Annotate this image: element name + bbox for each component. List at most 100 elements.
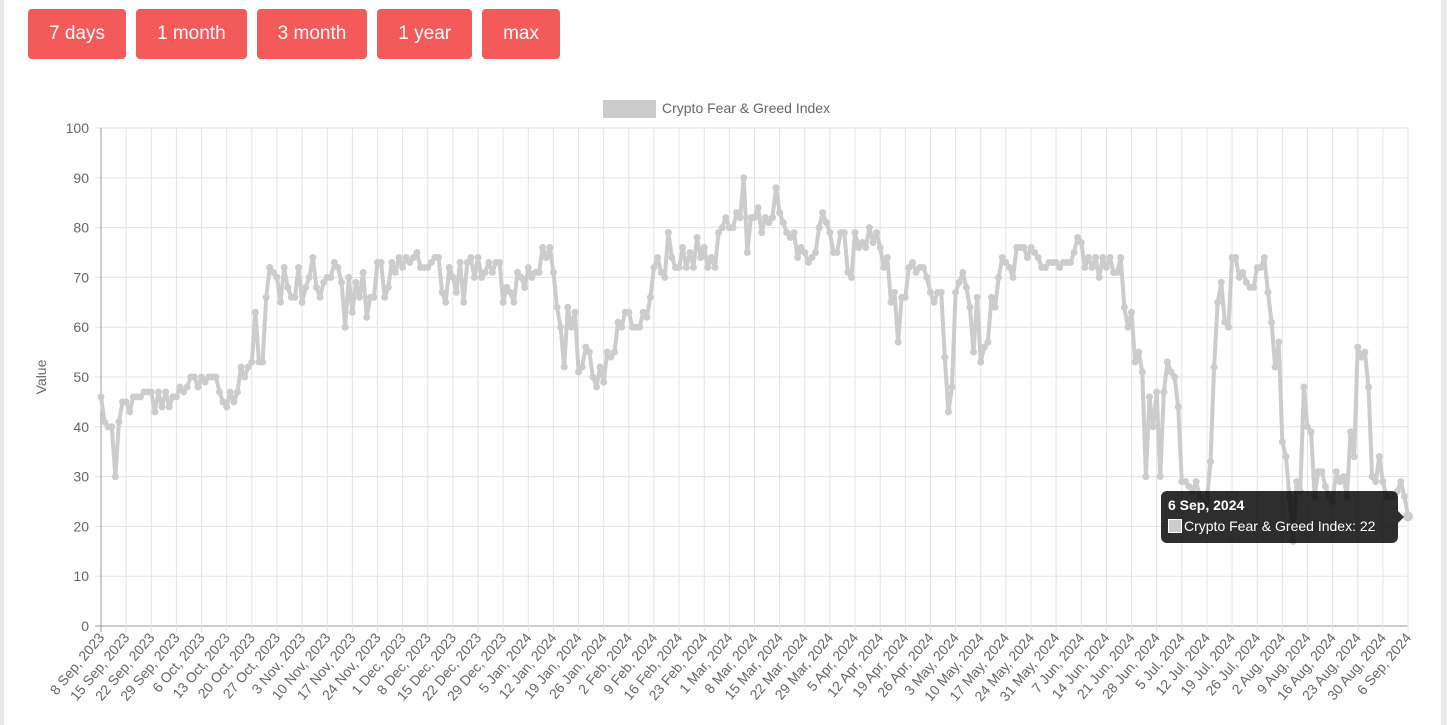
data-point: [697, 253, 705, 261]
data-point: [1034, 253, 1042, 261]
data-point: [467, 253, 475, 261]
data-point: [517, 273, 525, 281]
data-point: [445, 263, 453, 271]
data-point: [1149, 423, 1157, 431]
data-point: [959, 268, 967, 276]
data-point: [542, 253, 550, 261]
data-point: [456, 258, 464, 266]
data-point: [438, 288, 446, 296]
data-point: [524, 263, 532, 271]
data-point: [241, 373, 249, 381]
data-point: [977, 358, 985, 366]
data-point: [1163, 358, 1171, 366]
data-point: [718, 224, 726, 232]
data-point: [589, 373, 597, 381]
data-point: [941, 353, 949, 361]
data-point: [711, 263, 719, 271]
data-point: [1347, 428, 1355, 436]
data-point: [869, 239, 877, 247]
data-point: [1124, 323, 1132, 331]
data-point: [413, 249, 421, 256]
data-point: [664, 229, 672, 237]
data-point: [751, 214, 758, 222]
data-point: [991, 303, 999, 311]
data-point: [1300, 383, 1308, 391]
data-point: [682, 263, 690, 271]
data-point: [776, 209, 784, 217]
data-point: [338, 278, 346, 286]
data-point: [348, 308, 356, 316]
data-point: [460, 298, 468, 306]
data-point: [1095, 273, 1103, 281]
data-point: [334, 263, 342, 271]
data-point: [108, 423, 116, 431]
data-point: [1214, 298, 1222, 306]
data-point: [908, 258, 916, 266]
y-tick-label: 50: [73, 369, 89, 385]
data-point: [442, 298, 450, 306]
data-point: [894, 338, 902, 346]
data-point: [1361, 348, 1369, 356]
data-point: [1088, 263, 1096, 271]
data-point: [1142, 473, 1150, 481]
data-point: [883, 253, 891, 261]
data-point: [233, 388, 241, 396]
data-point: [822, 219, 830, 227]
data-point: [722, 214, 730, 222]
data-point: [646, 293, 654, 301]
data-point: [1321, 483, 1329, 491]
data-point: [488, 268, 496, 276]
data-point: [919, 263, 927, 271]
data-point: [1282, 453, 1290, 461]
data-point: [215, 388, 223, 396]
data-point: [794, 253, 802, 261]
data-point: [345, 273, 353, 281]
data-point: [1318, 468, 1326, 476]
data-point: [1207, 458, 1215, 466]
legend-label[interactable]: Crypto Fear & Greed Index: [662, 100, 830, 116]
data-point: [1239, 268, 1247, 276]
data-point: [1160, 388, 1168, 396]
data-point: [880, 263, 888, 271]
y-tick-label: 100: [66, 120, 90, 136]
data-point: [377, 258, 385, 266]
data-point: [847, 273, 855, 281]
data-point: [743, 249, 751, 256]
data-point: [327, 273, 335, 281]
data-point: [865, 224, 873, 232]
data-point: [610, 348, 618, 356]
data-point: [1131, 358, 1139, 366]
data-point: [1232, 253, 1240, 261]
data-point: [1372, 478, 1380, 486]
y-tick-label: 20: [73, 518, 89, 534]
data-point: [280, 263, 288, 271]
tooltip: 6 Sep, 2024 Crypto Fear & Greed Index: 2…: [1161, 491, 1404, 543]
data-point: [1009, 273, 1017, 281]
data-point: [833, 249, 841, 256]
data-point: [1102, 263, 1110, 271]
data-point: [1120, 303, 1128, 311]
data-point: [312, 283, 320, 291]
data-point: [700, 244, 708, 252]
data-point: [399, 263, 407, 271]
data-point: [1271, 363, 1279, 371]
data-point: [183, 383, 191, 391]
data-point: [707, 253, 715, 261]
data-point: [162, 388, 170, 396]
data-point: [571, 308, 579, 316]
y-tick-label: 40: [73, 419, 89, 435]
data-point: [704, 263, 712, 271]
legend-swatch[interactable]: [603, 100, 656, 118]
data-point: [1379, 478, 1387, 486]
data-point: [600, 378, 608, 386]
data-point: [474, 253, 482, 261]
data-point: [944, 408, 952, 416]
data-point: [567, 323, 575, 331]
data-point: [955, 278, 963, 286]
data-point: [923, 273, 931, 281]
data-point: [237, 363, 245, 371]
data-point: [388, 258, 396, 266]
data-point: [826, 229, 834, 237]
data-point: [729, 224, 737, 232]
data-point: [1365, 383, 1373, 391]
